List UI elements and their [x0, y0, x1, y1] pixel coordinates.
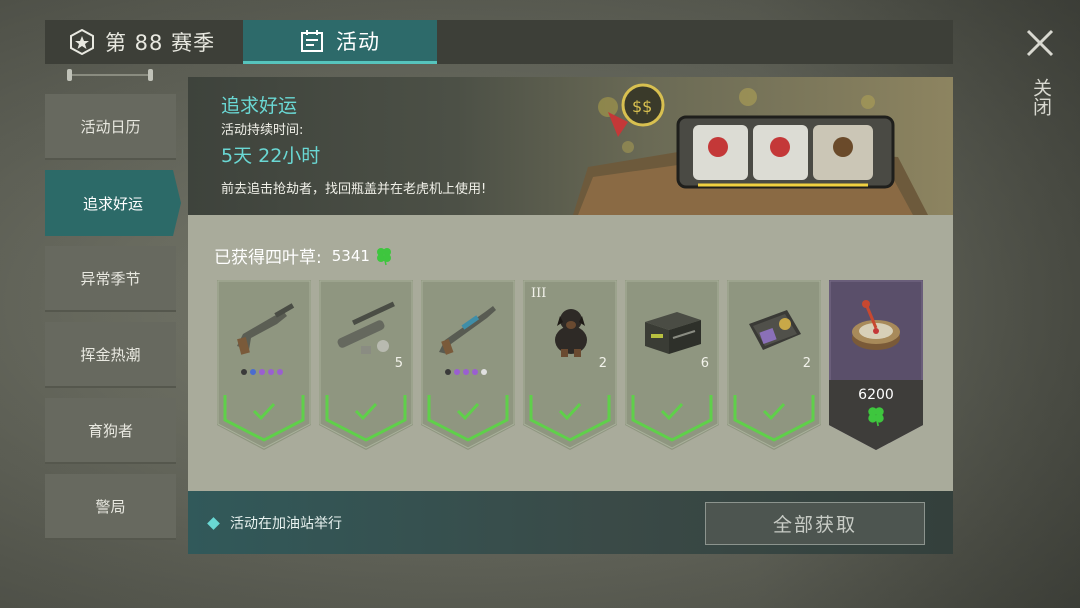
tab-activity-label: 活动 [336, 29, 380, 54]
duration-label: 活动持续时间: [221, 123, 304, 138]
event-title: 追求好运 [221, 95, 298, 117]
pistol-icon [237, 303, 295, 355]
clover-icon [376, 247, 391, 265]
tab-activity[interactable]: 活动 [243, 20, 437, 64]
check-icon [354, 402, 378, 421]
reward-card-rifle[interactable] [421, 280, 515, 450]
rarity-dots [445, 369, 487, 375]
sidebar-item-police-station[interactable]: 警局 [45, 474, 176, 540]
check-icon [558, 402, 582, 421]
weapon-crate-icon [645, 312, 701, 354]
calendar-icon [301, 29, 323, 52]
rifle-icon [439, 306, 496, 355]
clover-counter-label: 已获得四叶草: [214, 248, 322, 268]
reward-quantity: 6 [700, 356, 709, 371]
check-icon [762, 402, 786, 421]
event-banner: $$ 追求好运 活动持续时间: 5天 22小时 前去追击抢劫者，找回瓶盖并在老虎… [188, 77, 953, 215]
parts-icon [337, 301, 395, 354]
reward-quantity: 5 [394, 356, 403, 371]
reward-cost: 6200 [858, 387, 894, 403]
clover-counter: 已获得四叶草: 5341 [214, 243, 394, 268]
duration-value: 5天 22小时 [221, 145, 321, 167]
reward-card-weapon-crate[interactable]: 6 [625, 280, 719, 450]
sidebar-item-pursuit-of-luck[interactable]: 追求好运 [45, 170, 181, 236]
reward-quantity: 2 [802, 356, 811, 371]
sidebar-scrollbar[interactable] [67, 69, 153, 81]
sidebar-item-spending-spree[interactable]: 挥金热潮 [45, 322, 176, 388]
clover-icon [868, 407, 884, 427]
reward-card-roulette[interactable]: 6200 [829, 280, 923, 450]
dog-icon [555, 309, 587, 357]
tab-season[interactable]: 第 88 赛季 [69, 20, 215, 64]
reward-card-police-badge[interactable]: 2 [727, 280, 821, 450]
panel-footer: 活动在加油站举行 全部获取 [188, 491, 953, 554]
sidebar-item-label: 活动日历 [80, 117, 141, 136]
clover-counter-value: 5341 [331, 246, 370, 265]
rarity-dots [241, 369, 283, 375]
event-panel: $$ 追求好运 活动持续时间: 5天 22小时 前去追击抢劫者，找回瓶盖并在老虎… [188, 77, 953, 554]
svg-text:$$: $$ [632, 97, 652, 116]
event-description: 前去追击抢劫者，找回瓶盖并在老虎机上使用! [221, 182, 487, 197]
sidebar-item-label: 异常季节 [80, 269, 141, 288]
tab-season-label: 第 88 赛季 [105, 31, 216, 55]
sidebar-item-label: 警局 [95, 497, 126, 516]
diamond-bullet-icon [207, 517, 220, 530]
check-icon [252, 402, 276, 421]
close-label[interactable]: 关闭 [1030, 78, 1052, 116]
sidebar-item-label: 育狗者 [87, 421, 133, 440]
sidebar-item-anomaly-season[interactable]: 异常季节 [45, 246, 176, 312]
top-bar: 第 88 赛季 活动 [45, 20, 953, 64]
reward-card-parts[interactable]: 5 [319, 280, 413, 450]
reward-card-pistol[interactable] [217, 280, 311, 450]
reward-quantity: 2 [598, 356, 607, 371]
police-badge-icon [749, 310, 801, 350]
roulette-icon [852, 300, 900, 350]
slot-machine-truck-image: $$ [573, 83, 928, 215]
sidebar-item-dog-breeder[interactable]: 育狗者 [45, 398, 176, 464]
event-location: 活动在加油站举行 [230, 516, 342, 532]
sidebar-item-label: 追求好运 [82, 194, 143, 213]
season-badge-icon [70, 29, 94, 55]
sidebar-item-calendar[interactable]: 活动日历 [45, 94, 176, 160]
sidebar-item-label: 挥金热潮 [80, 345, 141, 364]
check-icon [456, 402, 480, 421]
check-icon [660, 402, 684, 421]
reward-card-dog[interactable]: III 2 [523, 280, 617, 450]
close-icon[interactable] [1024, 27, 1056, 59]
collect-all-button[interactable]: 全部获取 [705, 502, 925, 545]
